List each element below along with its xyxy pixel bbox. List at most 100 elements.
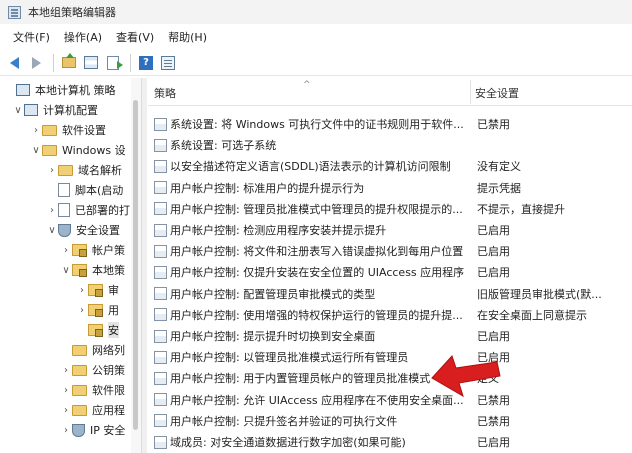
tree-item[interactable]: ∨ 计算机配置 <box>12 100 98 120</box>
policy-item-icon <box>154 138 167 152</box>
tree-item[interactable]: › 审 <box>76 280 119 300</box>
security-setting-value: 定义 <box>477 372 499 386</box>
show-hide-tree-button[interactable] <box>81 53 101 73</box>
policy-name: 用户帐户控制: 以管理员批准模式运行所有管理员 <box>170 351 409 365</box>
policy-item-icon <box>154 329 167 343</box>
tree-item[interactable]: › 应用程 <box>60 400 125 420</box>
tree-item[interactable]: › 软件设置 <box>30 120 106 140</box>
policy-item-icon <box>154 244 167 258</box>
tree-item[interactable]: 脚本(启动 <box>46 180 123 200</box>
list-header: ^ 策略 安全设置 <box>148 78 632 106</box>
security-setting-value: 不提示，直接提升 <box>477 202 565 216</box>
table-row[interactable]: 用户帐户控制: 将文件和注册表写入错误虚拟化到每用户位置 已启用 <box>148 241 632 261</box>
policy-name: 用户帐户控制: 提示提升时切换到安全桌面 <box>170 330 376 343</box>
tree-item-label: 本地计算机 策略 <box>35 84 116 97</box>
policy-item-icon <box>154 159 167 173</box>
tree-item[interactable]: › 用 <box>76 300 119 320</box>
table-row[interactable]: 用户帐户控制: 仅提升安装在安全位置的 UIAccess 应用程序 已启用 <box>148 262 632 282</box>
security-setting-value: 没有定义 <box>477 160 521 174</box>
title-bar: 本地组策略编辑器 <box>0 0 632 24</box>
expand-toggle-icon[interactable]: › <box>76 285 88 296</box>
tree-item-label: 网络列 <box>92 344 125 357</box>
expand-toggle-icon[interactable]: › <box>46 165 58 176</box>
table-row[interactable]: 域成员: 对安全通道数据进行数字加密(如果可能) 已启用 <box>148 432 632 452</box>
forward-button[interactable] <box>26 53 46 73</box>
tree-scrollbar[interactable] <box>131 78 141 453</box>
security-setting-value: 已启用 <box>477 224 510 237</box>
menu-bar: 文件(F) 操作(A) 查看(V) 帮助(H) <box>0 26 632 48</box>
tree-item[interactable]: 安 <box>76 320 119 340</box>
table-row[interactable]: 用户帐户控制: 标准用户的提升提示行为 提示凭据 <box>148 178 632 198</box>
table-row[interactable]: 用户帐户控制: 以管理员批准模式运行所有管理员 已启用 <box>148 347 632 367</box>
console-tree: 本地计算机 策略 ∨ 计算机配置 › 软件设置 ∨ Windows 设 › 域名解析 脚本(启动 ›… <box>0 78 141 453</box>
tree-item[interactable]: › 帐户策 <box>60 240 125 260</box>
tree-item[interactable]: ∨ 安全设置 <box>46 220 120 240</box>
tree-item[interactable]: › 已部署的打 <box>46 200 130 220</box>
tree-item[interactable]: 网络列 <box>60 340 125 360</box>
folder-lock-icon <box>72 264 87 277</box>
policy-item-icon <box>154 223 167 237</box>
expand-toggle-icon[interactable]: ∨ <box>46 225 58 236</box>
expand-toggle-icon[interactable]: ∨ <box>30 145 42 156</box>
policy-name: 用户帐户控制: 将文件和注册表写入错误虚拟化到每用户位置 <box>170 245 464 259</box>
tree-item-label: 应用程 <box>92 404 125 417</box>
expand-toggle-icon[interactable]: ∨ <box>12 105 24 116</box>
menu-view[interactable]: 查看(V) <box>109 29 161 45</box>
table-row[interactable]: 用户帐户控制: 用于内置管理员帐户的管理员批准模式 定义 <box>148 368 632 388</box>
table-row[interactable]: 系统设置: 可选子系统 <box>148 135 632 155</box>
tree-item[interactable]: › 域名解析 <box>46 160 122 180</box>
tree-item[interactable]: ∨ 本地策 <box>60 260 125 280</box>
table-row[interactable]: 以安全描述符定义语言(SDDL)语法表示的计算机访问限制 没有定义 <box>148 156 632 176</box>
policy-list: ^ 策略 安全设置 系统设置: 将 Windows 可执行文件中的证书规则用于软… <box>148 78 632 453</box>
column-divider[interactable] <box>470 80 471 104</box>
policy-item-icon <box>154 265 167 279</box>
expand-toggle-icon[interactable]: › <box>76 305 88 316</box>
expand-toggle-icon[interactable]: › <box>30 125 42 136</box>
tree-item-label: 已部署的打 <box>75 204 130 217</box>
table-row[interactable]: 用户帐户控制: 配置管理员审批模式的类型 旧版管理员审批模式(默... <box>148 284 632 304</box>
table-row[interactable]: 用户帐户控制: 允许 UIAccess 应用程序在不使用安全桌面... 已禁用 <box>148 390 632 410</box>
menu-action[interactable]: 操作(A) <box>57 29 109 45</box>
tree-scrollbar-thumb[interactable] <box>133 100 138 430</box>
tree-item[interactable]: ∨ Windows 设 <box>30 140 125 160</box>
tree-item-label: 安全设置 <box>76 224 120 237</box>
expand-toggle-icon[interactable]: ∨ <box>60 265 72 276</box>
table-row[interactable]: 用户帐户控制: 管理员批准模式中管理员的提升权限提示的... 不提示，直接提升 <box>148 199 632 219</box>
policy-name: 用户帐户控制: 配置管理员审批模式的类型 <box>170 287 376 301</box>
toolbar-separator <box>130 53 131 72</box>
help-button[interactable]: ? <box>136 53 156 73</box>
expand-toggle-icon[interactable]: › <box>60 365 72 376</box>
export-list-button[interactable] <box>103 53 123 73</box>
table-row[interactable]: 用户帐户控制: 使用增强的特权保护运行的管理员的提升提... 在安全桌面上同意提示 <box>148 305 632 325</box>
column-header-policy[interactable]: 策略 <box>154 78 469 106</box>
pane-splitter[interactable] <box>141 78 147 453</box>
folder-icon <box>58 164 73 176</box>
tree-item[interactable]: 本地计算机 策略 <box>4 80 116 100</box>
pc-icon <box>24 104 38 116</box>
column-header-setting[interactable]: 安全设置 <box>475 78 625 106</box>
back-button[interactable] <box>4 53 24 73</box>
table-row[interactable]: 系统设置: 将 Windows 可执行文件中的证书规则用于软件... 已禁用 <box>148 114 632 134</box>
policy-item-icon <box>154 435 167 449</box>
policy-name: 域成员: 对安全通道数据进行数字加密(如果可能) <box>170 436 406 449</box>
menu-file[interactable]: 文件(F) <box>6 29 57 45</box>
expand-toggle-icon[interactable]: › <box>60 385 72 396</box>
up-one-level-button[interactable] <box>59 53 79 73</box>
expand-toggle-icon[interactable]: › <box>60 425 72 436</box>
tree-item-label: 软件限 <box>92 384 125 397</box>
menu-help[interactable]: 帮助(H) <box>161 29 214 45</box>
tree-item[interactable]: › 公钥策 <box>60 360 125 380</box>
properties-button[interactable] <box>158 53 178 73</box>
expand-toggle-icon[interactable]: › <box>46 205 58 216</box>
tree-item-label: 计算机配置 <box>43 104 98 117</box>
folder-icon <box>72 404 87 416</box>
tree-item[interactable]: › 软件限 <box>60 380 125 400</box>
table-row[interactable]: 用户帐户控制: 提示提升时切换到安全桌面 已启用 <box>148 326 632 346</box>
tree-item[interactable]: › IP 安全 <box>60 420 125 440</box>
table-row[interactable]: 用户帐户控制: 检测应用程序安装并提示提升 已启用 <box>148 220 632 240</box>
expand-toggle-icon[interactable]: › <box>60 245 72 256</box>
security-setting-value: 已启用 <box>477 245 510 259</box>
table-row[interactable]: 用户帐户控制: 只提升签名并验证的可执行文件 已禁用 <box>148 411 632 431</box>
tree-item-label: 本地策 <box>92 264 125 277</box>
expand-toggle-icon[interactable]: › <box>60 405 72 416</box>
